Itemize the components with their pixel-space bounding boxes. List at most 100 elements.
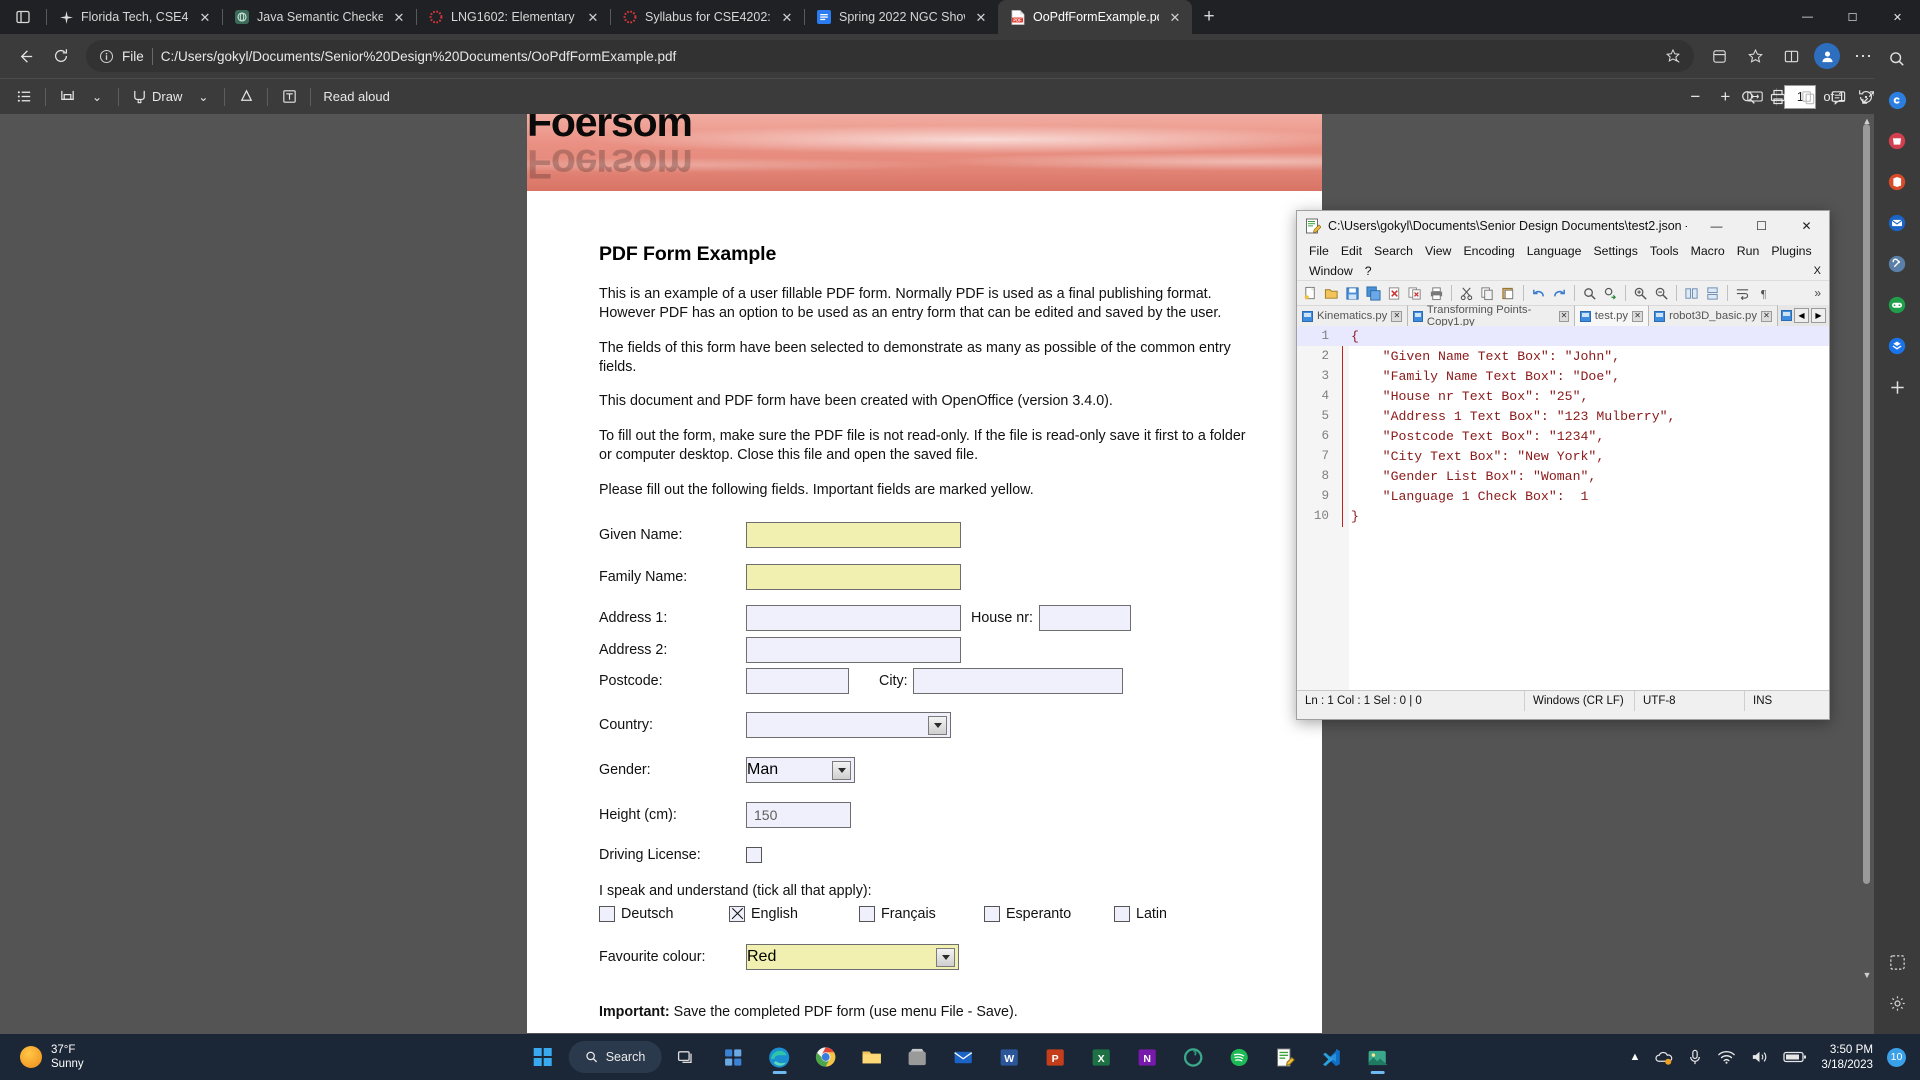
family-name-input[interactable] bbox=[746, 563, 961, 590]
chevron-down-icon[interactable] bbox=[936, 947, 955, 967]
latin-checkbox[interactable] bbox=[1114, 905, 1130, 922]
copy-icon[interactable] bbox=[1794, 83, 1822, 111]
language-item-latin[interactable]: Latin bbox=[1114, 905, 1167, 922]
redo-icon[interactable] bbox=[1550, 284, 1569, 303]
notepadpp-tab-2[interactable]: test.py ✕ bbox=[1574, 305, 1650, 326]
show-hidden-icons[interactable]: ▲ bbox=[1630, 1051, 1641, 1063]
edge-icon[interactable] bbox=[759, 1037, 799, 1077]
menu-item-settings[interactable]: Settings bbox=[1587, 244, 1643, 258]
browser-tab-0[interactable]: Florida Tech, CSE4251/CSE5251: / ✕ bbox=[46, 0, 222, 34]
volume-icon[interactable] bbox=[1750, 1049, 1769, 1065]
tab-actions-button[interactable] bbox=[0, 0, 46, 34]
notification-badge[interactable]: 10 bbox=[1887, 1047, 1906, 1067]
notepadpp-tab-0[interactable]: Kinematics.py ✕ bbox=[1297, 305, 1409, 326]
table-of-contents-icon[interactable] bbox=[10, 83, 38, 111]
spotify-icon[interactable] bbox=[1219, 1037, 1259, 1077]
zoom-out-icon[interactable] bbox=[1652, 284, 1671, 303]
sync-horizontal-icon[interactable] bbox=[1703, 284, 1722, 303]
language-item-francais[interactable]: Français bbox=[859, 905, 984, 922]
file-explorer-icon[interactable] bbox=[851, 1037, 891, 1077]
close-file-icon[interactable] bbox=[1385, 284, 1404, 303]
replace-icon[interactable] bbox=[1601, 284, 1620, 303]
save-dropdown-caret[interactable]: ⌄ bbox=[83, 83, 111, 111]
collections-icon[interactable] bbox=[1702, 39, 1736, 73]
tools-icon[interactable] bbox=[1882, 249, 1912, 279]
menu-item-search[interactable]: Search bbox=[1368, 244, 1419, 258]
windows-start-icon[interactable] bbox=[523, 1037, 563, 1077]
chevron-down-icon[interactable] bbox=[832, 760, 851, 780]
add-text-icon[interactable] bbox=[275, 83, 303, 111]
new-file-icon[interactable] bbox=[1301, 284, 1320, 303]
notepadpp-tab-1[interactable]: Transforming Points-Copy1.py ✕ bbox=[1408, 304, 1575, 328]
english-checkbox[interactable] bbox=[729, 905, 745, 922]
new-tab-button[interactable]: + bbox=[1192, 0, 1226, 34]
photos-icon[interactable] bbox=[1357, 1037, 1397, 1077]
close-icon[interactable]: ✕ bbox=[584, 8, 602, 26]
info-icon[interactable] bbox=[98, 48, 114, 64]
notepadpp-minimize-button[interactable]: — bbox=[1694, 211, 1739, 241]
scrollbar-thumb[interactable] bbox=[1863, 124, 1870, 884]
wifi-icon[interactable] bbox=[1717, 1049, 1736, 1065]
copilot-icon[interactable] bbox=[1882, 85, 1912, 115]
outlook-icon[interactable] bbox=[1882, 208, 1912, 238]
zoom-out-button[interactable]: − bbox=[1681, 83, 1709, 111]
browser-tab-4[interactable]: Spring 2022 NGC Showcase Eboo ✕ bbox=[804, 0, 998, 34]
zoom-in-icon[interactable] bbox=[1631, 284, 1650, 303]
viewer-scrollbar[interactable]: ▲ ▼ bbox=[1862, 116, 1872, 980]
menu-item-view[interactable]: View bbox=[1419, 244, 1457, 258]
maximize-button[interactable]: ☐ bbox=[1830, 0, 1875, 34]
notepadpp-icon[interactable] bbox=[1265, 1037, 1305, 1077]
search-icon[interactable] bbox=[1882, 44, 1912, 74]
menu-item-encoding[interactable]: Encoding bbox=[1457, 244, 1520, 258]
tab-scroll-left-icon[interactable]: ◀ bbox=[1794, 308, 1809, 323]
browser-tab-1[interactable]: Java Semantic Checker. ✕ bbox=[222, 0, 416, 34]
close-icon[interactable]: ✕ bbox=[1559, 310, 1569, 322]
save-all-icon[interactable] bbox=[1364, 284, 1383, 303]
add-sidebar-icon[interactable] bbox=[1882, 372, 1912, 402]
scroll-down-arrow[interactable]: ▼ bbox=[1862, 970, 1872, 982]
save-icon[interactable] bbox=[1343, 284, 1362, 303]
notepadpp-window[interactable]: C:\Users\gokyl\Documents\Senior Design D… bbox=[1296, 210, 1830, 720]
notepadpp-maximize-button[interactable]: ☐ bbox=[1739, 211, 1784, 241]
address1-input[interactable] bbox=[746, 604, 961, 631]
word-icon[interactable]: W bbox=[989, 1037, 1029, 1077]
sync-vertical-icon[interactable] bbox=[1682, 284, 1701, 303]
close-icon[interactable]: ✕ bbox=[390, 8, 408, 26]
address2-input[interactable] bbox=[746, 636, 961, 663]
word-wrap-icon[interactable] bbox=[1733, 284, 1752, 303]
sidebar-settings-icon[interactable] bbox=[1882, 988, 1912, 1018]
mail-icon[interactable] bbox=[943, 1037, 983, 1077]
tab-scroll-right-icon[interactable]: ▶ bbox=[1811, 308, 1826, 323]
browser-tab-3[interactable]: Syllabus for CSE4202: Software D ✕ bbox=[610, 0, 804, 34]
menu-item-edit[interactable]: Edit bbox=[1335, 244, 1368, 258]
powerpoint-icon[interactable]: P bbox=[1035, 1037, 1075, 1077]
show-all-chars-icon[interactable]: ¶ bbox=[1754, 284, 1773, 303]
games-icon[interactable] bbox=[1882, 290, 1912, 320]
notepadpp-tab-3[interactable]: robot3D_basic.py ✕ bbox=[1649, 305, 1778, 326]
menu-item-plugins[interactable]: Plugins bbox=[1765, 244, 1817, 258]
office-icon[interactable] bbox=[1882, 167, 1912, 197]
eraser-icon[interactable] bbox=[232, 83, 260, 111]
print-icon[interactable] bbox=[1764, 83, 1792, 111]
notepadpp-editor[interactable]: − 1 { 2 "Given Name Text Box": "John", 3… bbox=[1297, 326, 1829, 690]
browser-tab-2[interactable]: LNG1602: Elementary Italian 2, Sp ✕ bbox=[416, 0, 610, 34]
language-item-deutsch[interactable]: Deutsch bbox=[599, 905, 729, 922]
copy-icon[interactable] bbox=[1478, 284, 1497, 303]
battery-icon[interactable] bbox=[1783, 1050, 1807, 1064]
undo-icon[interactable] bbox=[1529, 284, 1548, 303]
country-select[interactable] bbox=[746, 711, 951, 738]
notepadpp-close-button[interactable]: ✕ bbox=[1784, 211, 1829, 241]
add-notes-icon[interactable] bbox=[1824, 83, 1852, 111]
shopping-icon[interactable] bbox=[1882, 126, 1912, 156]
close-icon[interactable]: ✕ bbox=[1166, 8, 1184, 26]
menu-item-window[interactable]: Window bbox=[1303, 264, 1359, 278]
close-button[interactable]: ✕ bbox=[1875, 0, 1920, 34]
close-icon[interactable]: ✕ bbox=[1761, 310, 1772, 322]
draw-button[interactable]: Draw bbox=[126, 83, 187, 111]
find-icon[interactable] bbox=[1580, 284, 1599, 303]
vscode-icon[interactable] bbox=[1311, 1037, 1351, 1077]
gender-select[interactable]: Man bbox=[746, 756, 855, 783]
onenote-icon[interactable]: N bbox=[1127, 1037, 1167, 1077]
deutsch-checkbox[interactable] bbox=[599, 905, 615, 922]
notepadpp-title-bar[interactable]: C:\Users\gokyl\Documents\Senior Design D… bbox=[1297, 211, 1829, 241]
